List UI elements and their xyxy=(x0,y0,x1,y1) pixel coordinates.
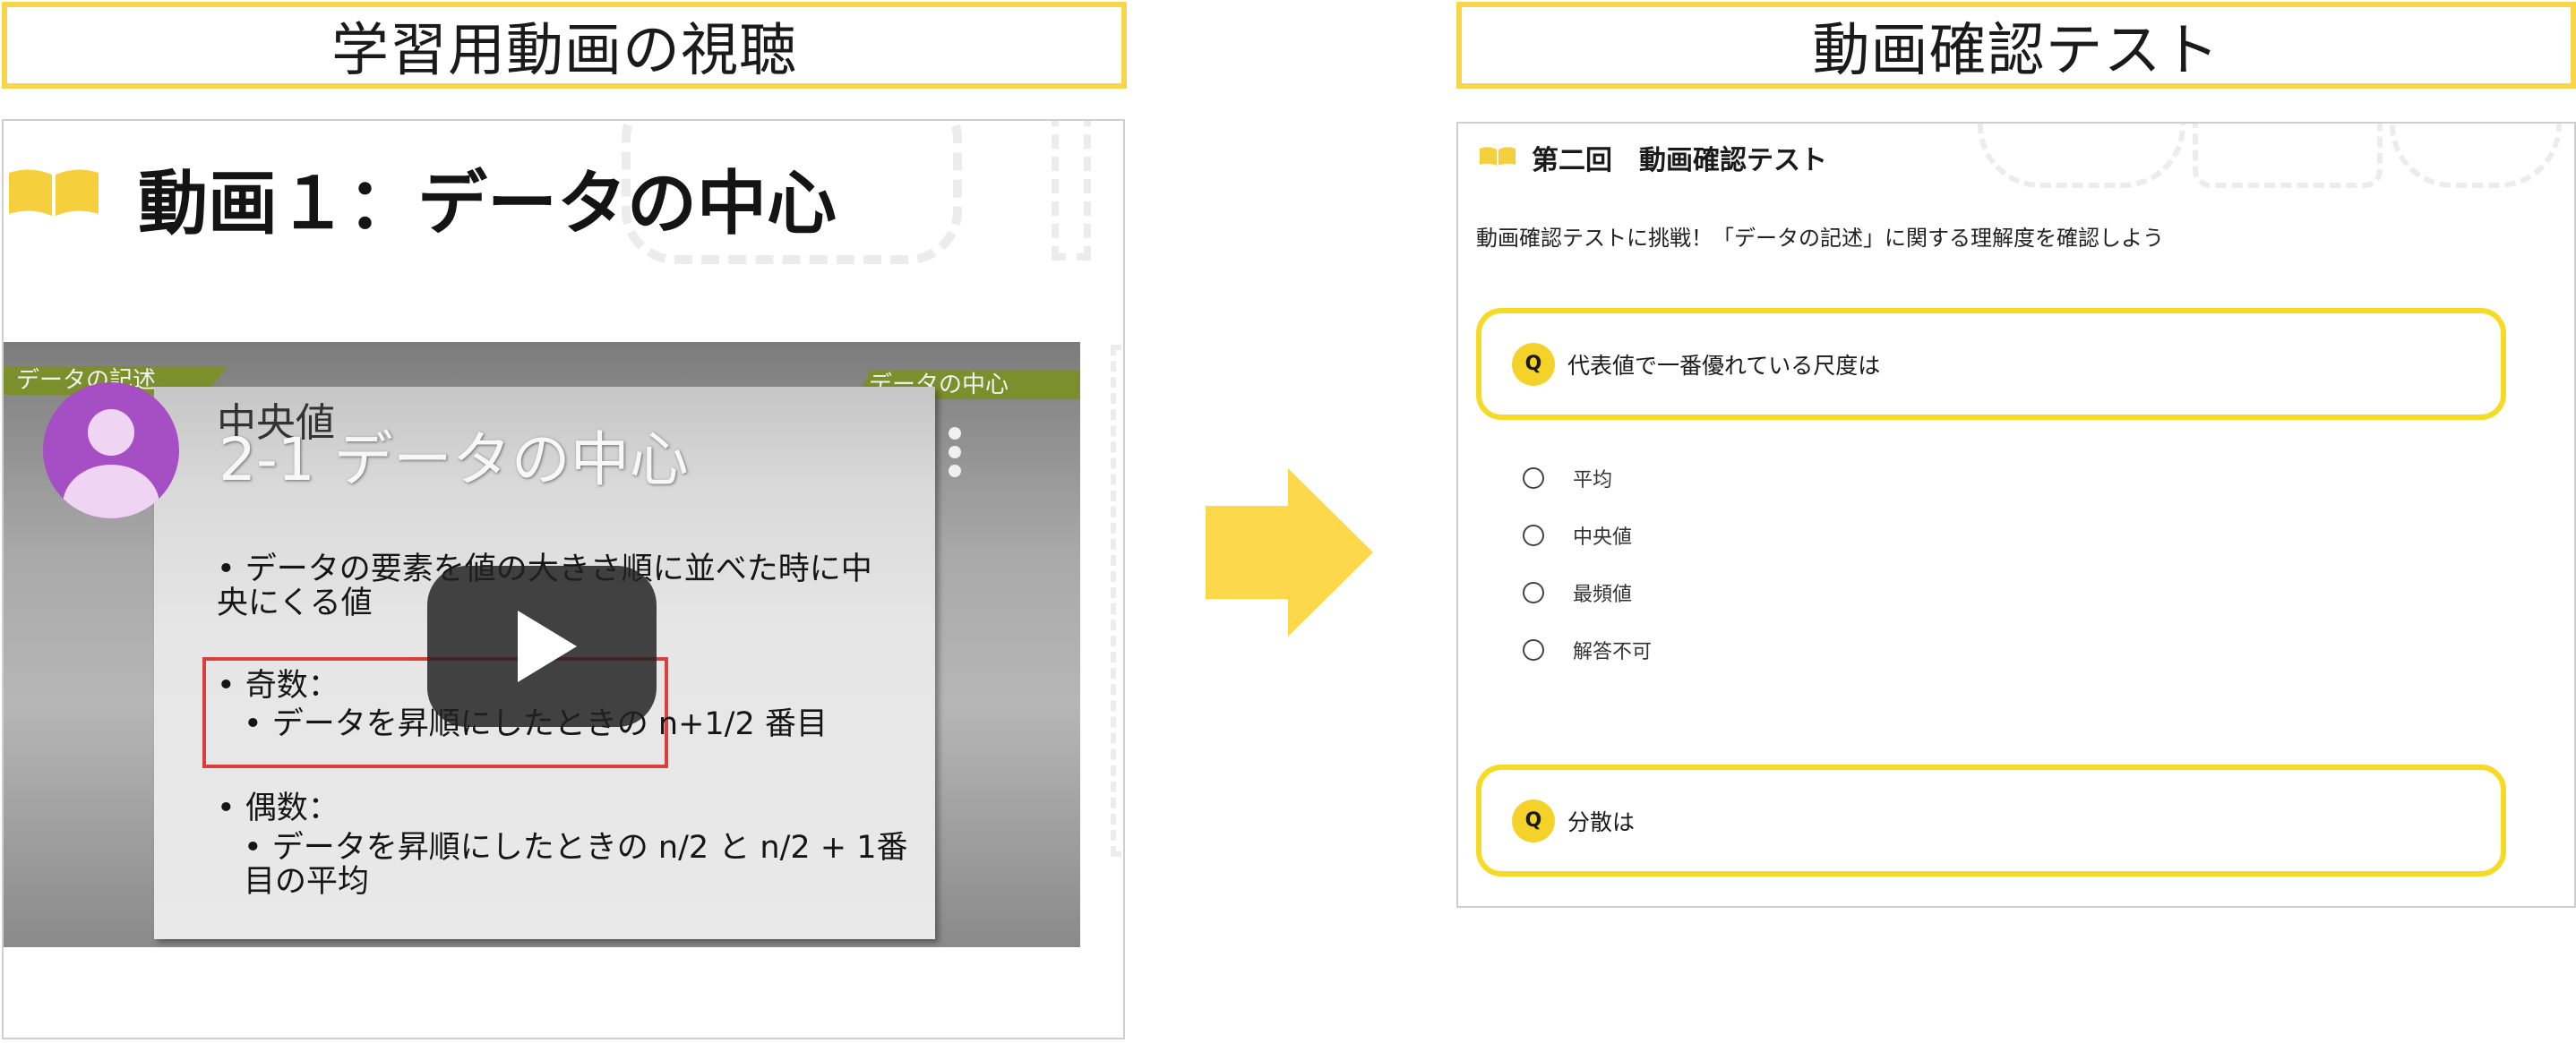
question-badge: Q xyxy=(1512,343,1555,386)
decorative-outline xyxy=(1052,121,1091,261)
answer-option-label: 平均 xyxy=(1573,469,1613,492)
left-section-header: 学習用動画の視聴 xyxy=(2,2,1127,89)
radio-button[interactable] xyxy=(1523,582,1544,603)
answer-option-label: 解答不可 xyxy=(1573,641,1653,663)
slide-bullet: • データを昇順にしたときの n/2 と n/2 + 1番目の平均 xyxy=(244,830,908,900)
radio-button[interactable] xyxy=(1523,525,1544,546)
decorative-outline xyxy=(2193,124,2383,188)
slide-bullet: • 奇数： xyxy=(217,668,339,704)
decorative-outline xyxy=(1111,345,1123,857)
video-page-title: 動画１：データの中心 xyxy=(138,164,837,244)
test-title: 第二回 動画確認テスト xyxy=(1532,145,1827,176)
question-card: Q 分散は xyxy=(1476,765,2506,876)
question-badge: Q xyxy=(1512,799,1555,842)
answer-option-label: 中央値 xyxy=(1573,526,1633,549)
left-section-header-text: 学習用動画の視聴 xyxy=(331,17,797,84)
radio-button[interactable] xyxy=(1523,467,1544,489)
right-section-header: 動画確認テスト xyxy=(1456,2,2576,89)
video-page-panel: 動画１：データの中心 データの記述 データの中心 中央値 2-1 データの中心 … xyxy=(2,119,1125,1039)
slide-title: 2-1 データの中心 xyxy=(219,425,689,494)
decorative-outline xyxy=(1978,124,2185,188)
test-description: 動画確認テストに挑戦！「データの記述」に関する理解度を確認しよう xyxy=(1476,226,2164,251)
right-section-header-text: 動画確認テスト xyxy=(1812,17,2220,84)
more-vert-icon[interactable] xyxy=(949,427,961,483)
book-icon xyxy=(1480,147,1516,166)
answer-option-label: 最頻値 xyxy=(1573,584,1633,606)
question-text: 代表値で一番優れている尺度は xyxy=(1567,353,1881,379)
play-icon xyxy=(518,611,577,682)
channel-avatar-icon[interactable] xyxy=(43,382,179,518)
play-button[interactable] xyxy=(427,566,657,727)
test-page-panel: 第二回 動画確認テスト 動画確認テストに挑戦！「データの記述」に関する理解度を確… xyxy=(1456,122,2576,908)
question-card: Q 代表値で一番優れている尺度は xyxy=(1476,308,2506,420)
question-text: 分散は xyxy=(1567,809,1636,835)
video-player[interactable]: データの記述 データの中心 中央値 2-1 データの中心 • データの要素を値の… xyxy=(4,342,1080,947)
book-icon xyxy=(9,169,99,216)
radio-button[interactable] xyxy=(1523,639,1544,661)
arrow-right-icon xyxy=(1206,468,1373,637)
slide-bullet: • 偶数： xyxy=(217,791,339,826)
decorative-outline xyxy=(2390,124,2562,188)
